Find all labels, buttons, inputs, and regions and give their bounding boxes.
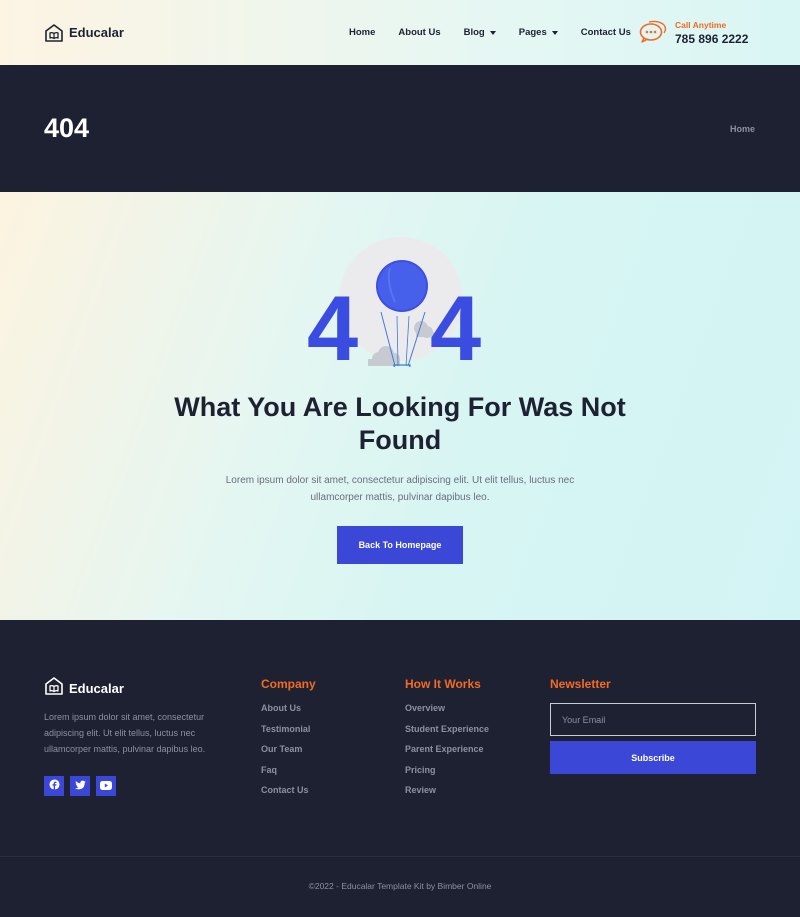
newsletter-title: Newsletter	[550, 677, 611, 691]
youtube-link[interactable]	[96, 776, 116, 796]
how-it-works-title: How It Works	[405, 677, 481, 691]
not-found-section: 4 4 What You Are Looking For Was Not Fou…	[0, 192, 800, 620]
footer-link-our-team[interactable]: Our Team	[261, 744, 316, 755]
illustration-digit-left: 4	[307, 278, 358, 367]
logo[interactable]: Educalar	[44, 23, 124, 43]
subscribe-button[interactable]: Subscribe	[550, 741, 756, 774]
social-links	[44, 776, 116, 796]
footer-logo[interactable]: Educalar	[44, 676, 124, 701]
nav-contact-us[interactable]: Contact Us	[581, 27, 631, 38]
facebook-link[interactable]	[44, 776, 64, 796]
nav-blog[interactable]: Blog	[464, 27, 496, 38]
company-title: Company	[261, 677, 316, 691]
footer-newsletter-column: Newsletter	[550, 677, 611, 703]
footer-link-student-experience[interactable]: Student Experience	[405, 724, 489, 735]
logo-text: Educalar	[69, 25, 124, 40]
footer-logo-text: Educalar	[69, 681, 124, 696]
footer-link-testimonial[interactable]: Testimonial	[261, 724, 316, 735]
nav-contact-label: Contact Us	[580, 27, 631, 38]
footer-about-text: Lorem ipsum dolor sit amet, consectetur …	[44, 712, 206, 754]
illustration-digit-right: 4	[430, 278, 481, 367]
not-found-description: Lorem ipsum dolor sit amet, consectetur …	[225, 475, 575, 503]
main-nav: Home About Us Blog Pages Contact Us	[349, 0, 654, 65]
nav-pages[interactable]: Pages	[519, 27, 558, 38]
footer-how-it-works-column: How It Works Overview Student Experience…	[405, 677, 489, 806]
nav-blog-label: Blog	[463, 27, 485, 38]
footer-link-about-us[interactable]: About Us	[261, 703, 316, 714]
footer-company-column: Company About Us Testimonial Our Team Fa…	[261, 677, 316, 806]
back-to-homepage-button[interactable]: Back To Homepage	[337, 526, 463, 564]
breadcrumb-home[interactable]: Home	[730, 124, 755, 134]
footer-link-parent-experience[interactable]: Parent Experience	[405, 744, 489, 755]
footer-link-faq[interactable]: Faq	[261, 765, 316, 776]
nav-about-us[interactable]: About Us	[398, 27, 440, 38]
not-found-heading: What You Are Looking For Was Not Found	[174, 392, 626, 455]
facebook-icon	[48, 777, 60, 795]
site-footer: Educalar Lorem ipsum dolor sit amet, con…	[0, 620, 800, 917]
newsletter-email-input[interactable]	[550, 703, 756, 736]
twitter-icon	[74, 777, 86, 795]
site-header: Educalar Home About Us Blog Pages Contac…	[0, 0, 800, 65]
balloon-404-illustration: 4 4	[300, 232, 500, 380]
copyright-text: ©2022 - Educalar Template Kit by Bimber …	[308, 881, 492, 891]
page-title-band: 404 Home	[0, 65, 800, 192]
footer-divider	[0, 856, 800, 857]
footer-link-review[interactable]: Review	[405, 785, 489, 796]
chat-bubble-icon	[639, 19, 667, 48]
logo-icon	[44, 23, 64, 43]
chevron-down-icon	[551, 30, 558, 35]
footer-link-overview[interactable]: Overview	[405, 703, 489, 714]
footer-link-contact-us[interactable]: Contact Us	[261, 785, 316, 796]
nav-pages-label: Pages	[518, 27, 547, 38]
twitter-link[interactable]	[70, 776, 90, 796]
chevron-down-icon	[489, 30, 496, 35]
page-title: 404	[44, 113, 90, 143]
youtube-icon	[100, 777, 112, 795]
nav-about-label: About Us	[398, 27, 441, 38]
call-number: 785 896 2222	[675, 32, 749, 46]
call-anytime[interactable]: Call Anytime 785 896 2222	[639, 19, 748, 48]
nav-home[interactable]: Home	[349, 27, 375, 38]
logo-icon	[44, 676, 64, 701]
footer-link-pricing[interactable]: Pricing	[405, 765, 489, 776]
nav-home-label: Home	[349, 27, 376, 38]
call-label: Call Anytime	[675, 20, 727, 30]
